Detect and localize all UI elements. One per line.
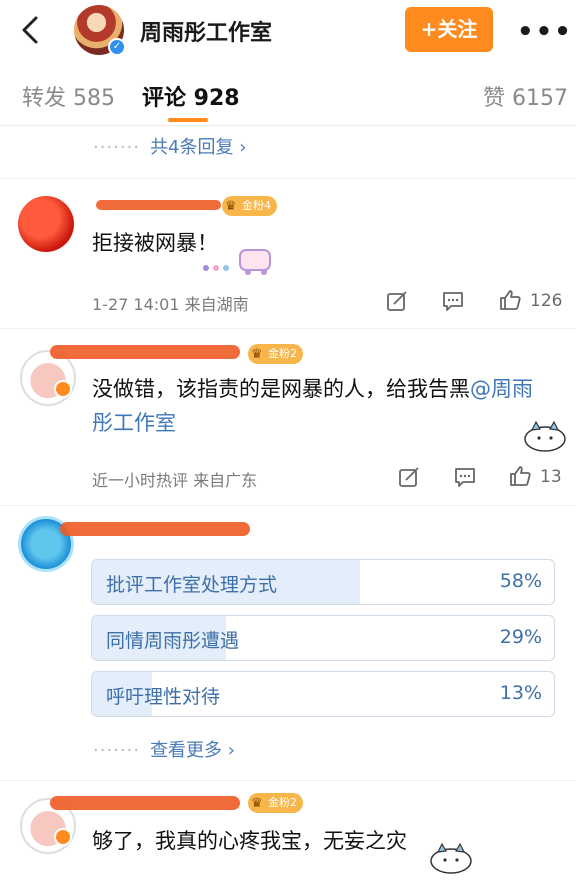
dots-divider: ······· [93,137,141,158]
chevron-left-icon[interactable] [18,14,42,46]
comment-text-body: 没做错，该指责的是网暴的人，给我告黑 [92,377,470,401]
like-icon[interactable] [498,288,522,312]
comment-icon[interactable] [442,290,464,312]
poll-option-label: 批评工作室处理方式 [106,574,278,596]
fan-badge-label: 金粉2 [268,347,297,360]
like-count: 126 [530,291,563,311]
chevron-right-icon: › [227,740,235,761]
crown-icon: ♛ [251,347,263,362]
poll-option[interactable]: 批评工作室处理方式 58% [91,559,555,605]
like-count: 13 [540,467,562,487]
redaction-mark [96,200,221,210]
tab-likes[interactable]: 赞 6157 [483,80,568,112]
crown-icon: ♛ [251,796,263,811]
like-icon[interactable] [508,464,532,488]
redaction-mark [50,796,240,810]
view-replies-label: 共4条回复 [150,137,234,158]
chevron-right-icon: › [239,137,247,158]
poll-option[interactable]: 呼吁理性对待 13% [91,671,555,717]
verified-icon [54,828,72,846]
fan-badge: ♛ 金粉4 [222,196,277,216]
fan-badge: ♛ 金粉2 [248,344,303,364]
account-name[interactable]: 周雨彤工作室 [140,15,272,47]
comment-icon[interactable] [454,466,476,488]
ellipsis-icon[interactable]: ••• [517,17,573,47]
active-tab-indicator [168,118,208,122]
crown-icon: ♛ [225,199,237,214]
poll-option-label: 同情周雨彤遭遇 [106,630,240,652]
divider [0,505,576,506]
sticker-icon [430,842,472,874]
repost-icon[interactable] [386,290,408,312]
comment-meta: 1-27 14:01 来自湖南 [92,295,249,314]
divider [0,328,576,329]
tab-bar: 转发 585 评论 928 赞 6157 [0,62,576,126]
tab-comments[interactable]: 评论 928 [142,80,240,112]
top-bar: ✓ 周雨彤工作室 +关注 ••• [0,0,576,62]
poll-option-label: 呼吁理性对待 [106,686,221,708]
divider [0,178,576,179]
redaction-mark [50,345,240,359]
follow-button[interactable]: +关注 [405,7,493,52]
divider [0,780,576,781]
fan-badge-label: 金粉4 [242,199,271,212]
view-replies-link[interactable]: ······· 共4条回复 › [93,133,246,159]
view-more-label: 查看更多 [150,740,223,761]
sticker-icon [203,249,271,275]
tab-reposts[interactable]: 转发 585 [22,80,115,112]
poll-percent: 58% [499,570,542,592]
poll-option[interactable]: 同情周雨彤遭遇 29% [91,615,555,661]
verified-icon [54,380,72,398]
dots-divider: ······· [93,740,141,761]
repost-icon[interactable] [398,466,420,488]
redaction-mark [60,522,250,536]
view-more-link[interactable]: ······· 查看更多 › [93,736,235,762]
comment-meta: 近一小时热评 来自广东 [92,471,258,490]
fan-badge: ♛ 金粉2 [248,793,303,813]
verified-icon: ✓ [108,38,126,56]
sticker-icon [524,420,566,452]
avatar[interactable] [18,196,74,252]
comment-text: 没做错，该指责的是网暴的人，给我告黑@周雨彤工作室 [92,372,552,440]
fan-badge-label: 金粉2 [268,796,297,809]
poll-percent: 29% [499,626,542,648]
comment-text: 够了，我真的心疼我宝，无妄之灾 [92,829,407,853]
poll-percent: 13% [499,682,542,704]
